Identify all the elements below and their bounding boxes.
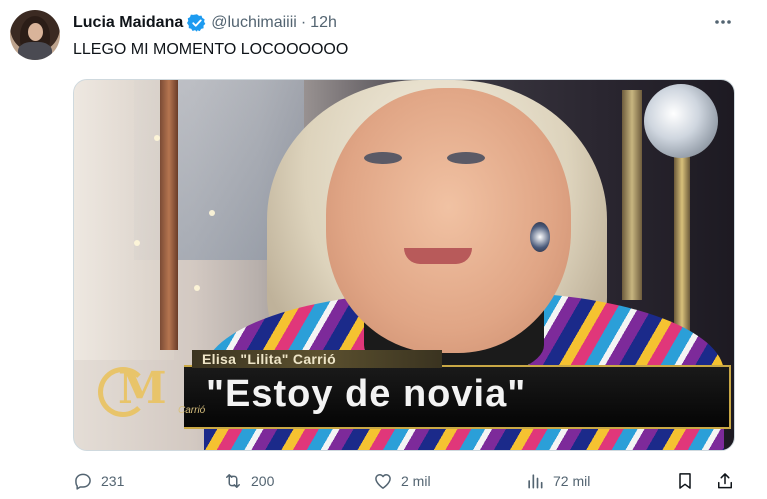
background-lamp xyxy=(644,84,718,158)
person-earring xyxy=(530,222,550,252)
verified-badge-icon xyxy=(187,13,207,33)
like-count: 2 mil xyxy=(401,473,431,489)
background-curtain xyxy=(74,80,174,360)
avatar[interactable] xyxy=(10,10,60,60)
background-candlestick xyxy=(622,90,642,300)
tweet-media-image[interactable]: Elisa "Lilita" Carrió "Estoy de novia" M… xyxy=(73,79,735,451)
bookmark-icon xyxy=(675,471,695,491)
author-handle[interactable]: @luchimaiiii xyxy=(211,14,297,32)
views-button[interactable]: 72 mil xyxy=(525,471,590,491)
view-count: 72 mil xyxy=(553,473,591,489)
more-options-icon[interactable] xyxy=(711,10,735,34)
share-icon xyxy=(715,471,735,491)
like-icon xyxy=(373,471,393,491)
person-eye xyxy=(364,152,402,164)
tweet-header: Lucia Maidana @luchimaiiii · 12h xyxy=(73,12,337,34)
tweet-text: LLEGO MI MOMENTO LOCOOOOOO xyxy=(73,41,349,58)
background-pole xyxy=(160,80,178,350)
retweet-count: 200 xyxy=(251,473,275,489)
person-eye xyxy=(447,152,485,164)
person-face xyxy=(326,88,571,353)
bokeh-light xyxy=(194,285,200,291)
person-mouth xyxy=(404,248,472,264)
like-button[interactable]: 2 mil xyxy=(373,471,431,491)
logo-letter: M xyxy=(118,363,167,414)
logo-subtext: Carrió xyxy=(178,405,206,416)
bokeh-light xyxy=(134,240,140,246)
tweet-timestamp[interactable]: 12h xyxy=(310,14,337,32)
retweet-button[interactable]: 200 xyxy=(223,471,274,491)
separator-dot: · xyxy=(300,14,307,31)
tv-caption-name: Elisa "Lilita" Carrió xyxy=(202,351,336,367)
tweet-actions: 231 200 2 mil 72 mil xyxy=(73,470,737,492)
tweet: Lucia Maidana @luchimaiiii · 12h LLEGO M… xyxy=(0,0,767,499)
share-button[interactable] xyxy=(715,471,735,491)
author-name[interactable]: Lucia Maidana xyxy=(73,14,183,32)
tv-channel-logo: M Carrió xyxy=(88,355,205,425)
tv-caption-quote: "Estoy de novia" xyxy=(206,373,527,415)
bokeh-light xyxy=(209,210,215,216)
reply-icon xyxy=(73,471,93,491)
views-icon xyxy=(525,471,545,491)
reply-button[interactable]: 231 xyxy=(73,471,124,491)
retweet-icon xyxy=(223,471,243,491)
bookmark-button[interactable] xyxy=(675,471,695,491)
reply-count: 231 xyxy=(101,473,125,489)
avatar-body xyxy=(18,42,52,60)
background-lamp-stem xyxy=(674,150,690,350)
bokeh-light xyxy=(154,135,160,141)
avatar-face xyxy=(28,23,43,41)
